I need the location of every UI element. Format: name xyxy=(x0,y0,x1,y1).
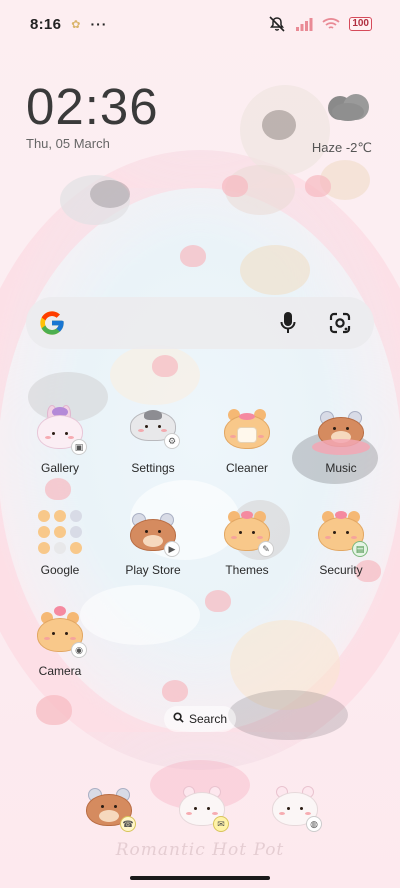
app-label: Google xyxy=(40,563,80,577)
camera-badge-icon: ◉ xyxy=(71,642,87,658)
weather-text: Haze -2℃ xyxy=(311,140,372,155)
clock-time: 02:36 xyxy=(26,78,159,135)
status-bar: 8:16 ✿ ··· 100 xyxy=(0,0,400,48)
app-camera[interactable]: ◉ Camera xyxy=(15,606,105,678)
globe-badge-icon: ◍ xyxy=(306,816,322,832)
app-label: Gallery xyxy=(40,461,79,475)
dock-messages[interactable]: ✉ xyxy=(177,782,229,832)
gallery-icon: ▣ xyxy=(35,405,87,455)
search-label: Search xyxy=(188,712,228,726)
music-icon xyxy=(312,405,370,455)
app-music[interactable]: Music xyxy=(296,405,386,475)
lens-camera-icon[interactable] xyxy=(322,305,358,341)
status-time: 8:16 xyxy=(30,15,62,33)
app-play-store[interactable]: ▶ Play Store xyxy=(108,507,198,577)
clock-date: Thu, 05 March xyxy=(26,136,110,151)
clock-widget[interactable]: 02:36 Thu, 05 March xyxy=(26,78,159,151)
play-badge-icon: ▶ xyxy=(164,541,180,557)
app-settings[interactable]: ⚙ Settings xyxy=(108,405,198,475)
app-label: Play Store xyxy=(125,563,181,577)
haze-cloud-icon xyxy=(324,90,372,124)
dock-browser[interactable]: ◍ xyxy=(270,782,322,832)
messages-icon: ✉ xyxy=(177,782,229,832)
wifi-icon xyxy=(322,17,340,31)
home-indicator[interactable] xyxy=(130,876,270,880)
themes-icon: ✎ xyxy=(222,507,274,557)
brush-badge-icon: ✎ xyxy=(258,541,274,557)
play-store-icon: ▶ xyxy=(128,507,180,557)
battery-indicator: 100 xyxy=(349,17,372,31)
message-badge-icon: ✉ xyxy=(213,816,229,832)
camera-icon: ◉ xyxy=(35,606,87,658)
search-icon xyxy=(173,712,184,726)
dock-phone[interactable]: ☎ xyxy=(84,782,136,832)
google-g-icon xyxy=(38,309,66,337)
app-search-button[interactable]: Search xyxy=(164,706,236,732)
app-gallery[interactable]: ▣ Gallery xyxy=(15,405,105,475)
shield-badge-icon: ▤ xyxy=(352,541,368,557)
app-label: Music xyxy=(325,461,357,475)
microphone-icon[interactable] xyxy=(270,305,306,341)
app-label: Settings xyxy=(131,461,175,475)
gear-badge-icon: ⚙ xyxy=(164,433,180,449)
notification-flower-icon: ✿ xyxy=(71,18,81,31)
app-cleaner[interactable]: Cleaner xyxy=(202,405,292,475)
app-themes[interactable]: ✎ Themes xyxy=(202,507,292,577)
app-label: Security xyxy=(319,563,363,577)
weather-widget[interactable]: Haze -2℃ xyxy=(312,90,372,156)
phone-badge-icon: ☎ xyxy=(120,816,136,832)
app-label: Camera xyxy=(38,664,82,678)
wallpaper-signature: Romantic Hot Pot xyxy=(115,840,285,860)
cleaner-icon xyxy=(222,405,272,455)
app-google[interactable]: Google xyxy=(15,507,105,577)
app-security[interactable]: ▤ Security xyxy=(296,507,386,577)
phone-icon: ☎ xyxy=(84,782,136,832)
settings-icon: ⚙ xyxy=(128,405,180,455)
app-label: Themes xyxy=(225,563,269,577)
more-notifications-icon: ··· xyxy=(90,16,108,32)
app-label: Cleaner xyxy=(225,461,269,475)
security-icon: ▤ xyxy=(316,507,368,557)
gallery-badge-icon: ▣ xyxy=(71,439,87,455)
google-folder-icon xyxy=(35,507,85,557)
browser-icon: ◍ xyxy=(270,782,322,832)
mute-icon xyxy=(268,16,286,32)
signal-icon xyxy=(295,17,313,31)
google-search-bar[interactable] xyxy=(26,297,374,349)
